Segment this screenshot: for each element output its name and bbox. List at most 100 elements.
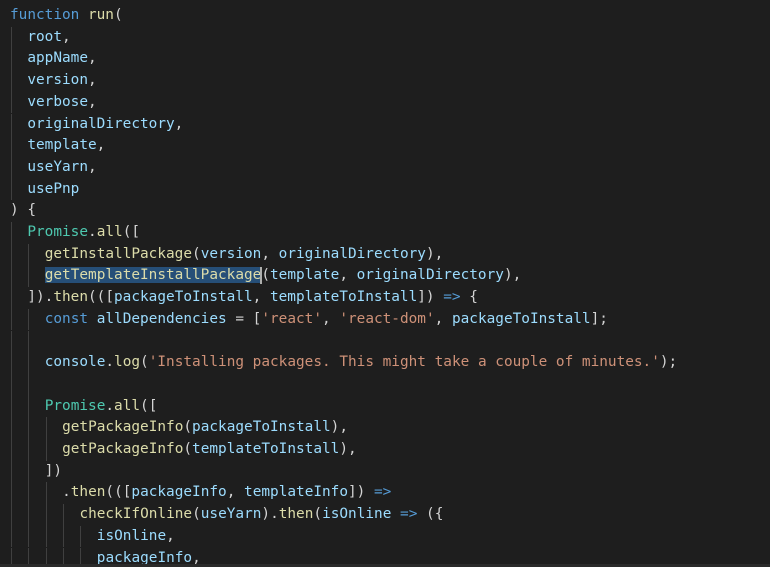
code-line[interactable]: useYarn, — [0, 156, 770, 179]
code-text: getInstallPackage(version, originalDirec… — [45, 244, 444, 266]
code-token: useYarn — [200, 506, 262, 523]
code-token: ). — [261, 506, 279, 523]
indent-guide — [11, 330, 12, 353]
code-token: , — [434, 310, 452, 327]
code-line[interactable]: checkIfOnline(useYarn).then(isOnline => … — [0, 504, 770, 526]
code-token: useYarn — [27, 158, 89, 175]
code-token: verbose — [27, 93, 89, 110]
code-line[interactable]: getTemplateInstallPackage(template, orig… — [0, 265, 770, 288]
code-token: => — [374, 484, 392, 501]
code-line[interactable]: isOnline, — [0, 525, 770, 548]
code-token: , — [322, 310, 340, 327]
code-text: getPackageInfo(templateToInstall), — [62, 439, 357, 461]
indent-guide — [11, 178, 12, 201]
indent-guide — [11, 395, 12, 418]
code-token: ), — [503, 267, 522, 284]
code-token: , — [252, 289, 270, 306]
code-token: ( — [261, 267, 270, 284]
code-token: checkIfOnline — [79, 506, 193, 523]
code-token: (([ — [105, 484, 132, 501]
code-line[interactable]: Promise.all([ — [0, 395, 770, 418]
code-text: originalDirectory, — [27, 114, 183, 136]
code-token: => — [443, 289, 461, 306]
code-line[interactable]: appName, — [0, 48, 770, 71]
code-token: . — [105, 397, 115, 414]
code-token: ( — [183, 419, 193, 436]
code-editor[interactable]: function run(root, appName, version, verbos… — [0, 0, 770, 567]
indent-guide — [28, 395, 30, 418]
code-line[interactable]: root, — [0, 26, 770, 49]
indent-guide — [45, 482, 47, 505]
code-token: . — [105, 354, 115, 371]
code-text: const allDependencies = ['react', 'react… — [45, 309, 608, 331]
code-token: , — [261, 245, 279, 262]
code-token: templateToInstall — [192, 441, 340, 457]
code-line[interactable]: getInstallPackage(version, originalDirec… — [0, 243, 770, 266]
code-line[interactable]: verbose, — [0, 91, 770, 114]
code-text: checkIfOnline(useYarn).then(isOnline => … — [79, 504, 443, 526]
code-text: getPackageInfo(packageToInstall), — [62, 417, 348, 439]
code-token: templateToInstall — [269, 289, 418, 306]
code-token: , — [62, 28, 71, 45]
indent-guide — [28, 482, 30, 505]
code-line[interactable]: ]) — [0, 460, 770, 483]
code-text: function run( — [10, 5, 123, 27]
code-token: ]) — [44, 462, 63, 479]
indent-guide — [28, 417, 30, 439]
code-line[interactable]: template, — [0, 135, 770, 157]
code-token: isOnline — [96, 527, 167, 544]
code-token: log — [114, 354, 141, 371]
code-token: ( — [183, 441, 193, 457]
code-line[interactable]: getPackageInfo(templateToInstall), — [0, 439, 770, 461]
code-line[interactable]: const allDependencies = ['react', 'react… — [0, 308, 770, 331]
indent-guide — [11, 91, 12, 114]
code-token: templateInfo — [244, 484, 349, 501]
code-token: version — [200, 245, 262, 262]
code-token: ([ — [140, 397, 158, 414]
indent-guide — [11, 243, 12, 266]
indent-guide — [45, 504, 47, 526]
code-text: useYarn, — [27, 157, 96, 179]
code-text: ) { — [10, 200, 36, 222]
indent-guide — [28, 460, 30, 483]
code-token: then — [278, 506, 314, 523]
indent-guide — [28, 525, 30, 548]
indent-guide — [28, 308, 30, 331]
code-token: all — [96, 224, 123, 240]
code-line[interactable] — [0, 330, 770, 353]
code-line[interactable]: Promise.all([ — [0, 222, 770, 244]
code-line[interactable]: console.log('Installing packages. This m… — [0, 352, 770, 374]
code-token: originalDirectory — [278, 245, 426, 262]
code-token: run — [87, 7, 114, 23]
code-line[interactable]: .then(([packageInfo, templateInfo]) => — [0, 482, 770, 505]
indent-guide — [11, 265, 12, 288]
code-line[interactable] — [0, 373, 770, 396]
code-text: Promise.all([ — [45, 396, 158, 418]
code-line[interactable]: getPackageInfo(packageToInstall), — [0, 417, 770, 439]
code-token: 'react-dom' — [339, 310, 435, 327]
code-token: appName — [27, 50, 89, 67]
code-token: { — [460, 289, 478, 306]
code-token: ), — [330, 419, 348, 436]
code-text: Promise.all([ — [27, 222, 140, 244]
code-text: verbose, — [27, 92, 96, 114]
code-line[interactable]: version, — [0, 70, 770, 92]
code-line[interactable]: usePnp — [0, 178, 770, 201]
code-line[interactable]: originalDirectory, — [0, 113, 770, 136]
code-token: originalDirectory — [356, 267, 504, 284]
code-token: usePnp — [27, 180, 80, 197]
code-token: , — [339, 267, 357, 284]
code-token: (([ — [88, 289, 115, 306]
code-token: ( — [192, 506, 201, 523]
code-token: = [ — [226, 310, 262, 327]
code-token: , — [96, 137, 106, 154]
code-token: . — [88, 224, 97, 240]
code-line[interactable]: ]).then(([packageToInstall, templateToIn… — [0, 287, 770, 309]
code-line[interactable]: function run( — [0, 5, 770, 27]
indent-guide — [45, 525, 47, 548]
code-token: packageToInstall — [114, 289, 253, 306]
code-token: getInstallPackage — [44, 245, 193, 262]
code-line[interactable]: ) { — [0, 200, 770, 222]
code-text: ]).then(([packageToInstall, templateToIn… — [27, 287, 478, 309]
